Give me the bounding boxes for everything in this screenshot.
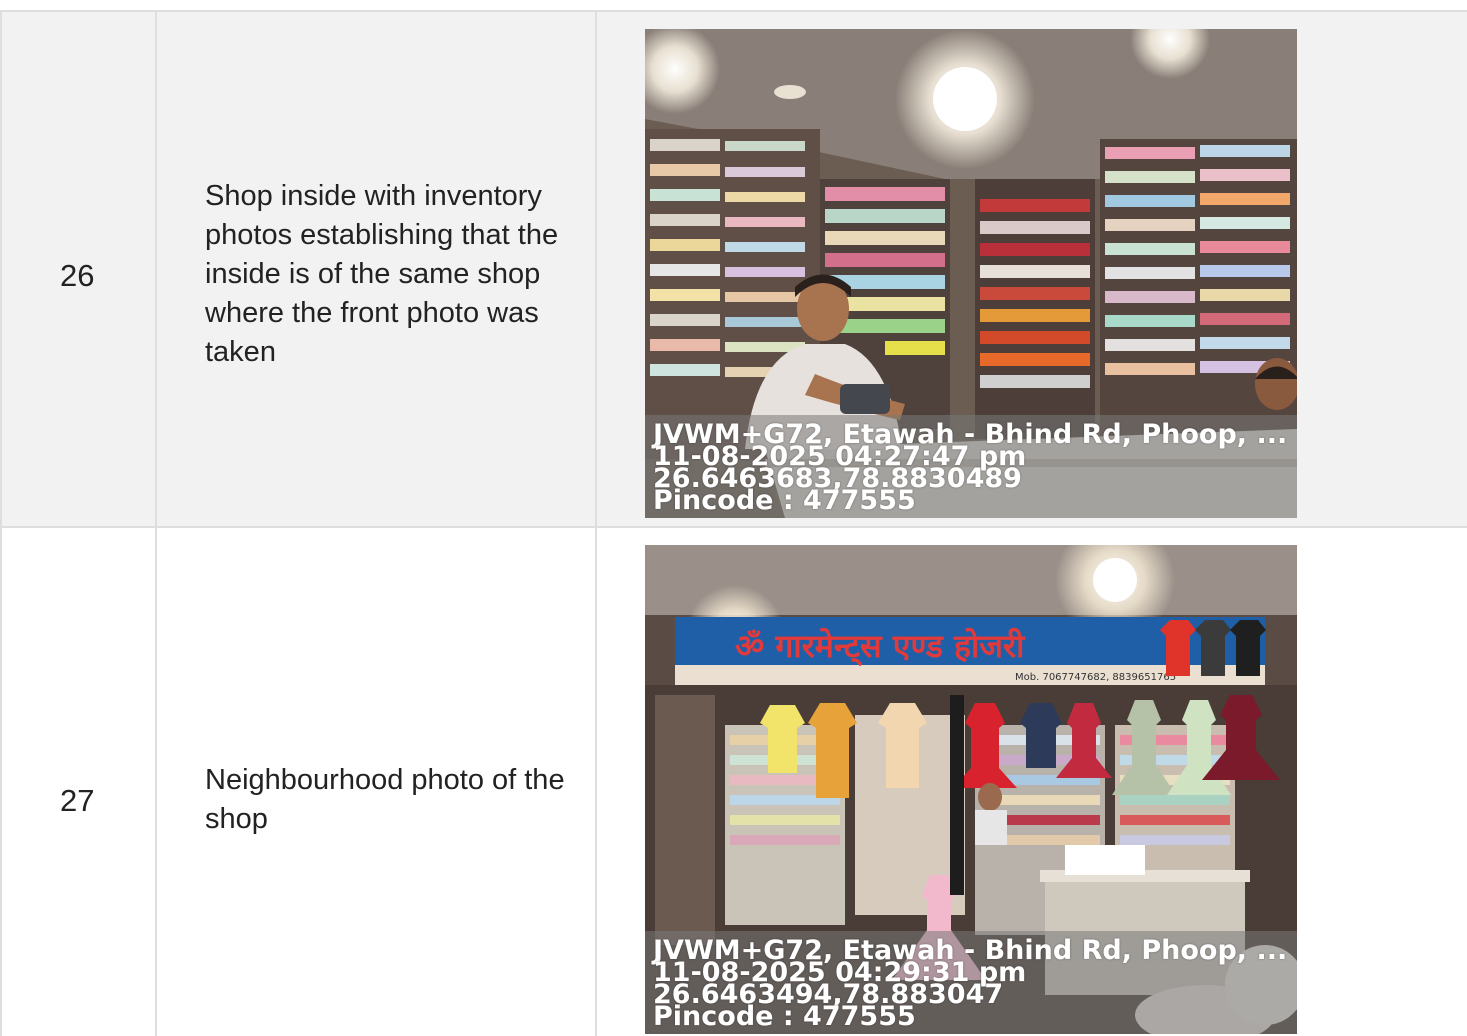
photo-cell: JVWM+G72, Etawah - Bhind Rd, Phoop, ... …	[597, 12, 1467, 526]
table-row: 26 Shop inside with inventory photos est…	[0, 12, 1467, 528]
geo-stamp: JVWM+G72, Etawah - Bhind Rd, Phoop, ... …	[653, 421, 1287, 514]
report-table: 26 Shop inside with inventory photos est…	[0, 10, 1467, 1036]
serial-cell: 27	[0, 528, 157, 1036]
description-cell: Shop inside with inventory photos establ…	[157, 12, 597, 526]
shop-sign-phone: Mob. 7067747682, 8839651765	[1015, 672, 1176, 683]
table-row: 27 Neighbourhood photo of the shop ॐ गार…	[0, 528, 1467, 1036]
shop-front-photo: ॐ गारमेन्ट्स एण्ड होजरी Mob. 7067747682,…	[645, 545, 1297, 1034]
serial-number: 27	[60, 783, 95, 818]
photo-cell: ॐ गारमेन्ट्स एण्ड होजरी Mob. 7067747682,…	[597, 528, 1467, 1036]
shop-inside-photo: JVWM+G72, Etawah - Bhind Rd, Phoop, ... …	[645, 29, 1297, 518]
description-text: Neighbourhood photo of the shop	[205, 764, 565, 835]
serial-number: 26	[60, 258, 95, 293]
description-cell: Neighbourhood photo of the shop	[157, 528, 597, 1036]
description-text: Shop inside with inventory photos establ…	[205, 180, 559, 368]
serial-cell: 26	[0, 12, 157, 526]
geo-stamp: JVWM+G72, Etawah - Bhind Rd, Phoop, ... …	[653, 937, 1287, 1030]
shop-sign-text: ॐ गारमेन्ट्स एण्ड होजरी	[735, 627, 1026, 666]
